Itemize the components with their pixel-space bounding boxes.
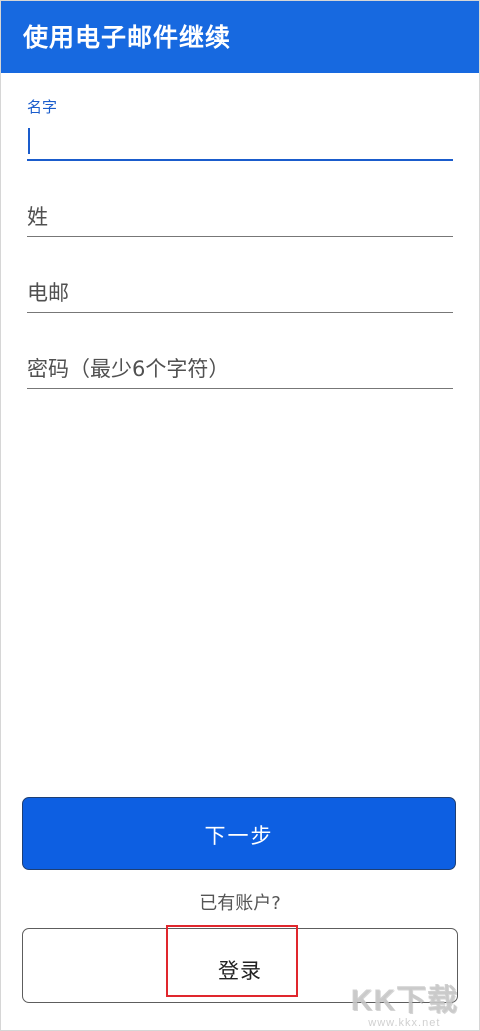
highlight-annotation	[166, 925, 298, 997]
email-underline	[27, 312, 453, 313]
first-name-field[interactable]: 名字	[27, 96, 453, 162]
first-name-underline	[27, 159, 453, 161]
next-button[interactable]: 下一步	[22, 797, 456, 870]
next-button-label: 下一步	[204, 824, 274, 848]
last-name-placeholder: 姓	[27, 205, 48, 229]
has-account-text: 已有账户?	[199, 893, 281, 914]
password-field[interactable]: 密码（最少6个字符）	[27, 348, 453, 390]
app-header: 使用电子邮件继续	[1, 1, 479, 73]
password-underline	[27, 388, 453, 389]
password-placeholder: 密码（最少6个字符）	[27, 357, 230, 381]
first-name-label: 名字	[27, 98, 58, 116]
page-title: 使用电子邮件继续	[23, 23, 232, 52]
watermark-brand: KK下载	[350, 984, 458, 1017]
email-placeholder: 电邮	[27, 281, 69, 305]
last-name-field[interactable]: 姓	[27, 196, 453, 238]
text-cursor	[28, 128, 30, 154]
watermark-logo: KK下载 www.kkx.net	[351, 975, 458, 1029]
email-field[interactable]: 电邮	[27, 272, 453, 314]
last-name-underline	[27, 236, 453, 237]
